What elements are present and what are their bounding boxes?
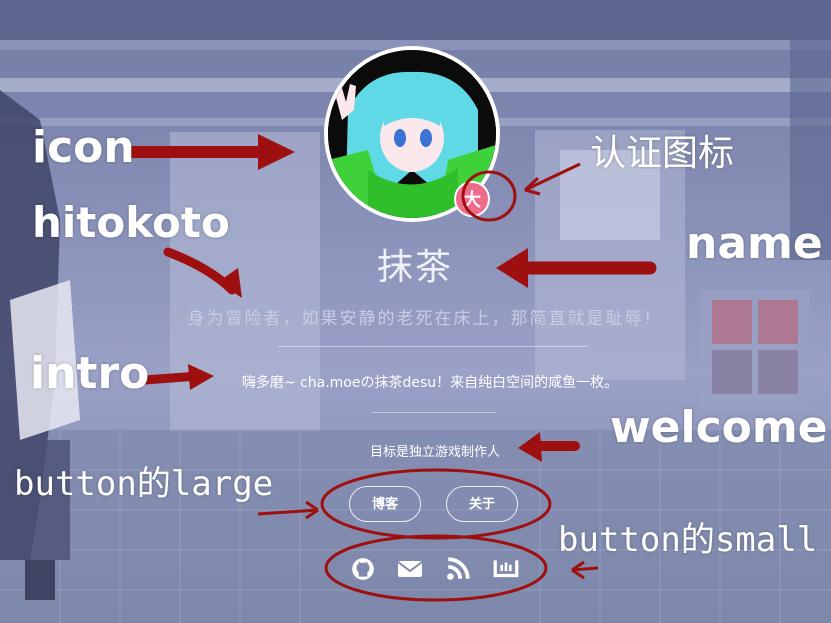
annotation-name: name	[686, 218, 823, 269]
annotation-icon: icon	[32, 122, 135, 173]
annotation-verify: 认证图标	[590, 133, 735, 174]
annotation-hitokoto: hitokoto	[32, 198, 230, 247]
annotation-button-small: button的small	[558, 520, 818, 560]
profile-page: 大 抹茶 身为冒险者，如果安静的老死在床上，那简直就是耻辱！ 嗨多磨~ cha.…	[0, 0, 831, 623]
annotation-welcome: welcome	[610, 402, 828, 453]
annotation-button-large: button的large	[14, 464, 274, 504]
annotation-intro: intro	[30, 348, 150, 399]
